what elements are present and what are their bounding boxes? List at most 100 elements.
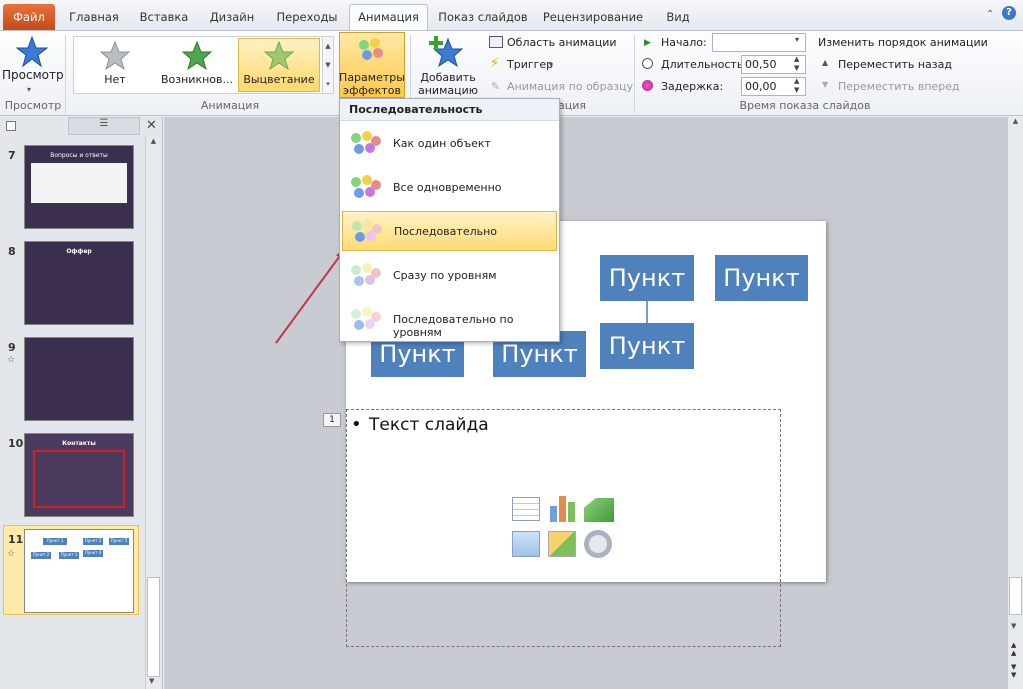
divider <box>65 35 66 113</box>
thumb-box: Пункт 1 <box>43 538 67 545</box>
thumb-red-frame <box>33 450 125 508</box>
none-star-icon <box>100 41 130 71</box>
effect-none[interactable]: Нет <box>80 73 150 86</box>
collapse-ribbon-icon[interactable]: ⌃ <box>986 9 994 20</box>
delay-spinner[interactable]: ▲ ▼ <box>794 77 799 95</box>
menu-item-label: Как один объект <box>393 137 491 150</box>
tab-review[interactable]: Рецензирование <box>538 5 648 29</box>
preview-button[interactable]: Просмотр <box>2 69 64 82</box>
slide-thumb-title: Оффер <box>66 248 92 255</box>
slide-body-text[interactable]: Текст слайда <box>369 415 489 435</box>
gallery-scroll[interactable]: ▲ ▼ ▾ <box>322 36 334 94</box>
tab-file[interactable]: Файл <box>3 4 55 30</box>
tab-transitions[interactable]: Переходы <box>270 5 344 29</box>
add-animation-button[interactable]: Добавить <box>414 71 482 84</box>
delay-label: Задержка: <box>661 80 724 93</box>
slide-thumbnail-selected[interactable]: Пункт 1 Пункт 2 Пункт 5 Пункт 2 Пункт 3 … <box>24 529 134 613</box>
animation-pane-button[interactable]: Область анимации <box>507 36 617 49</box>
content-placeholder[interactable] <box>346 409 781 647</box>
thumb-box: Пункт 4 <box>83 550 103 557</box>
preview-star-icon[interactable] <box>16 36 48 68</box>
slides-panel: ☰ ✕ 7 Вопросы и ответы 8 Оффер 9 ☆ 10 Ко… <box>0 117 163 689</box>
effect-appear[interactable]: Возникнов... <box>158 73 236 86</box>
insert-media-icon[interactable] <box>584 530 612 558</box>
move-forward-icon: ▼ <box>822 80 829 89</box>
tab-animation[interactable]: Анимация <box>349 4 428 32</box>
thumb-content <box>31 163 127 203</box>
trigger-dropdown-icon[interactable]: ▾ <box>549 60 553 69</box>
group-animation-label: Анимация <box>200 99 260 112</box>
thumb-box: Пункт 2 <box>31 552 51 559</box>
menu-item-by-level-at-once[interactable]: Сразу по уровням <box>342 256 557 296</box>
outline-tab-icon[interactable]: ☰ <box>68 117 140 135</box>
start-select[interactable] <box>712 33 806 52</box>
slide-thumbnail[interactable]: Контакты <box>24 433 134 517</box>
close-panel-icon[interactable]: ✕ <box>146 118 157 133</box>
thumb-box: Пункт 3 <box>59 552 79 559</box>
scroll-thumb[interactable] <box>147 577 160 677</box>
menu-item-as-one-object[interactable]: Как один объект <box>342 124 557 164</box>
slide-thumb-title: Вопросы и ответы <box>50 152 108 159</box>
smartart-box[interactable]: Пункт 2 <box>600 255 694 338</box>
tab-home[interactable]: Главная <box>62 5 126 29</box>
duration-spinner[interactable]: ▲ ▼ <box>794 55 799 73</box>
slide-thumbnail[interactable]: Оффер <box>24 241 134 325</box>
start-dropdown-icon[interactable]: ▾ <box>795 35 799 44</box>
effect-options-label-2: эффектов <box>343 84 401 97</box>
scroll-down-icon[interactable]: ▼ <box>149 677 154 685</box>
tab-view[interactable]: Вид <box>658 5 698 29</box>
add-animation-label-2: анимацию <box>417 84 479 97</box>
help-icon[interactable]: ? <box>1002 6 1016 20</box>
slides-scrollbar[interactable]: ▲ ▼ <box>145 137 161 689</box>
all-at-once-icon <box>349 174 381 202</box>
as-one-object-icon <box>349 130 381 158</box>
tab-insert[interactable]: Вставка <box>133 5 195 29</box>
group-timing-label: Время показа слайдов <box>739 99 871 112</box>
slide-thumbnail[interactable]: Вопросы и ответы <box>24 145 134 229</box>
trigger-button[interactable]: Триггер <box>507 58 553 71</box>
thumb-box: Пункт 5 <box>109 538 129 545</box>
by-level-sequentially-icon <box>349 306 381 334</box>
slide-number: 10 <box>8 437 24 450</box>
scroll-up-icon[interactable]: ▲ <box>146 137 161 145</box>
start-label: Начало: <box>661 36 707 49</box>
effect-fade[interactable]: Выцветание <box>240 73 318 86</box>
insert-clipart-icon[interactable] <box>548 531 576 557</box>
tab-design[interactable]: Дизайн <box>202 5 262 29</box>
smartart-box[interactable]: Пункт 5 <box>715 255 808 338</box>
menu-item-label: Последовательно по уровням <box>393 313 514 339</box>
slide-thumbnail[interactable] <box>24 337 134 421</box>
slide-number: 7 <box>8 149 16 162</box>
group-preview-label: Просмотр <box>4 99 62 112</box>
menu-item-label: Сразу по уровням <box>393 269 497 282</box>
slide-thumb-title: Контакты <box>62 440 96 447</box>
move-forward-button[interactable]: Переместить вперед <box>838 80 960 93</box>
animation-order-tag[interactable]: 1 <box>323 413 341 427</box>
tab-slideshow[interactable]: Показ слайдов <box>436 5 530 29</box>
animation-painter-button[interactable]: Анимация по образцу <box>507 80 633 93</box>
slides-tab-icon[interactable] <box>6 121 16 131</box>
editor-scrollbar[interactable]: ▲ ▼ ▲ ▲ ▼ ▼ <box>1007 117 1023 689</box>
move-back-icon: ▲ <box>822 58 829 67</box>
menu-item-label: Последовательно <box>394 225 498 238</box>
insert-chart-icon[interactable] <box>548 494 578 522</box>
appear-star-icon <box>182 41 212 71</box>
menu-item-by-level-sequentially[interactable]: Последовательно по уровням <box>342 300 557 340</box>
insert-table-icon[interactable] <box>512 497 540 521</box>
scroll-thumb[interactable] <box>1009 577 1022 615</box>
scroll-down-icon[interactable]: ▼ <box>1011 622 1016 630</box>
thumb-box: Пункт 2 <box>83 538 103 545</box>
smartart-box[interactable]: Пункт 4 <box>600 323 694 406</box>
animation-painter-icon: ✎ <box>491 80 501 93</box>
scroll-up-icon[interactable]: ▲ <box>1008 117 1023 125</box>
insert-picture-icon[interactable] <box>512 531 540 557</box>
next-slide-icon[interactable]: ▼ ▼ <box>1011 663 1016 679</box>
prev-slide-icon[interactable]: ▲ ▲ <box>1011 641 1016 657</box>
sequentially-icon <box>350 218 382 246</box>
menu-item-sequentially[interactable]: Последовательно <box>342 211 557 251</box>
sequence-menu: Последовательность Как один объект Все о… <box>339 98 560 342</box>
preview-dropdown-icon[interactable]: ▾ <box>27 83 31 96</box>
by-level-at-once-icon <box>349 262 381 290</box>
menu-item-all-at-once[interactable]: Все одновременно <box>342 168 557 208</box>
move-back-button[interactable]: Переместить назад <box>838 58 952 71</box>
